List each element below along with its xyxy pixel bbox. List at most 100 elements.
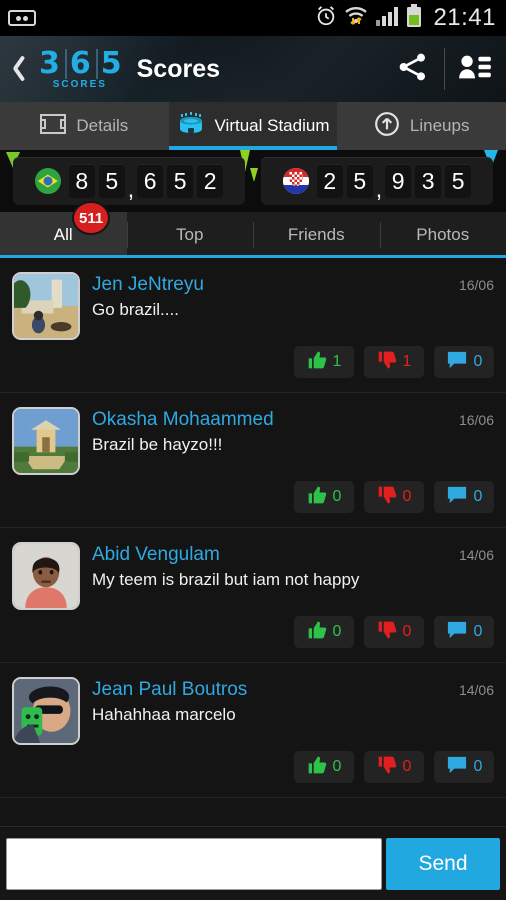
logo-digit-2: 6 <box>64 48 93 79</box>
reply-button[interactable]: 0 <box>434 346 494 378</box>
like-count: 0 <box>332 623 342 640</box>
comment-text: My teem is brazil but iam not happy <box>92 570 360 589</box>
pitch-icon <box>40 113 67 139</box>
share-icon <box>397 51 429 88</box>
wifi-icon <box>344 5 368 32</box>
like-button[interactable]: 0 <box>294 751 354 783</box>
brazil-flag-icon <box>34 168 61 194</box>
comment-username[interactable]: Jen JeNtreyu <box>92 274 459 296</box>
comment-text: Hahahhaa marcelo <box>92 705 236 724</box>
stadium-icon <box>177 111 205 141</box>
away-score-counter[interactable]: 2 5 , 9 3 5 <box>261 157 493 205</box>
like-button[interactable]: 0 <box>294 616 354 648</box>
tab-details[interactable]: Details <box>0 102 169 150</box>
avatar[interactable] <box>12 542 80 610</box>
avatar[interactable] <box>12 407 80 475</box>
tab-virtual-stadium[interactable]: Virtual Stadium <box>168 102 338 150</box>
filter-tab-friends-label: Friends <box>287 225 345 244</box>
dislike-button[interactable]: 1 <box>364 346 424 378</box>
status-bar: 21:41 <box>0 0 506 36</box>
page-title: Scores <box>136 54 221 83</box>
logo-digit-3: 5 <box>95 48 124 79</box>
score-digit: 2 <box>316 164 343 198</box>
like-button[interactable]: 0 <box>294 481 354 513</box>
voicemail-icon <box>8 10 36 26</box>
score-digit: 8 <box>68 164 95 198</box>
thumbs-down-icon <box>377 485 397 510</box>
thumbs-up-icon <box>307 350 327 375</box>
share-button[interactable] <box>382 36 444 102</box>
filter-tab-top-label: Top <box>176 225 204 244</box>
send-button[interactable]: Send <box>386 837 500 890</box>
like-count: 1 <box>332 353 342 370</box>
comment-bubble-icon <box>446 620 468 645</box>
list-item[interactable]: Jen JeNtreyu Go brazil.... 16/06 1 1 0 <box>0 258 506 393</box>
list-item[interactable]: Abid Vengulam My teem is brazil but iam … <box>0 528 506 663</box>
signal-icon <box>375 5 399 32</box>
comment-text: Brazil be hayzo!!! <box>92 435 223 454</box>
comment-text: Go brazil.... <box>92 300 179 319</box>
filter-tab-photos[interactable]: Photos <box>379 212 506 258</box>
thumbs-up-icon <box>307 620 327 645</box>
battery-icon <box>406 3 422 33</box>
filter-tab-top[interactable]: Top <box>126 212 254 258</box>
comment-username[interactable]: Okasha Mohaammed <box>92 409 459 431</box>
app-screen: 21:41 3 6 5 SCORES Scores Details Virtua… <box>0 0 506 900</box>
comment-bubble-icon <box>446 350 468 375</box>
filter-tab-all-label: All <box>53 225 73 244</box>
avatar[interactable] <box>12 677 80 745</box>
dislike-button[interactable]: 0 <box>364 751 424 783</box>
home-score-counter[interactable]: 8 5 , 6 5 2 <box>13 157 245 205</box>
contacts-icon <box>458 52 492 87</box>
score-digit: 9 <box>385 164 412 198</box>
comment-username[interactable]: Jean Paul Boutros <box>92 679 459 701</box>
dislike-button[interactable]: 0 <box>364 481 424 513</box>
contacts-button[interactable] <box>444 36 506 102</box>
section-tabs: Details Virtual Stadium Lineups <box>0 102 506 150</box>
comment-list[interactable]: Jen JeNtreyu Go brazil.... 16/06 1 1 0 O… <box>0 258 506 826</box>
filter-tab-friends[interactable]: Friends <box>253 212 380 258</box>
thumbs-up-icon <box>307 485 327 510</box>
comment-date: 14/06 <box>458 547 494 563</box>
alarm-icon <box>315 5 337 32</box>
score-digit: 2 <box>197 164 224 198</box>
dislike-button[interactable]: 0 <box>364 616 424 648</box>
filter-tab-photos-label: Photos <box>416 225 470 244</box>
score-separator: , <box>127 176 135 202</box>
reply-count: 0 <box>473 758 483 775</box>
avatar[interactable] <box>12 272 80 340</box>
reply-button[interactable]: 0 <box>434 616 494 648</box>
tab-virtual-stadium-label: Virtual Stadium <box>214 116 330 135</box>
score-separator: , <box>375 176 383 202</box>
tab-lineups[interactable]: Lineups <box>337 102 506 150</box>
vote-bar: 0 0 0 <box>294 481 494 513</box>
comment-username[interactable]: Abid Vengulam <box>92 544 459 566</box>
filter-tab-all[interactable]: All 511 <box>0 201 127 258</box>
message-input[interactable] <box>6 837 382 890</box>
like-count: 0 <box>332 488 342 505</box>
reply-count: 0 <box>473 488 483 505</box>
arrow-up-circle-icon <box>374 111 400 142</box>
reply-button[interactable]: 0 <box>434 481 494 513</box>
back-icon[interactable] <box>8 54 34 84</box>
reply-button[interactable]: 0 <box>434 751 494 783</box>
comment-date: 16/06 <box>458 412 494 428</box>
vote-bar: 0 0 0 <box>294 616 494 648</box>
like-button[interactable]: 1 <box>294 346 354 378</box>
unread-count-badge: 511 <box>72 201 111 235</box>
list-item[interactable]: Okasha Mohaammed Brazil be hayzo!!! 16/0… <box>0 393 506 528</box>
score-digit: 5 <box>445 164 472 198</box>
comment-bubble-icon <box>446 755 468 780</box>
app-logo: 3 6 5 SCORES <box>36 48 124 90</box>
status-bar-left <box>8 10 36 26</box>
dislike-count: 0 <box>402 758 412 775</box>
score-digit: 5 <box>346 164 373 198</box>
clock-time: 21:41 <box>433 4 496 31</box>
list-item[interactable]: Jean Paul Boutros Hahahhaa marcelo 14/06… <box>0 663 506 798</box>
thumbs-down-icon <box>377 350 397 375</box>
comment-bubble-icon <box>446 485 468 510</box>
status-bar-right: 21:41 <box>315 3 496 33</box>
dislike-count: 0 <box>402 488 412 505</box>
dislike-count: 0 <box>402 623 412 640</box>
score-digit: 6 <box>137 164 164 198</box>
